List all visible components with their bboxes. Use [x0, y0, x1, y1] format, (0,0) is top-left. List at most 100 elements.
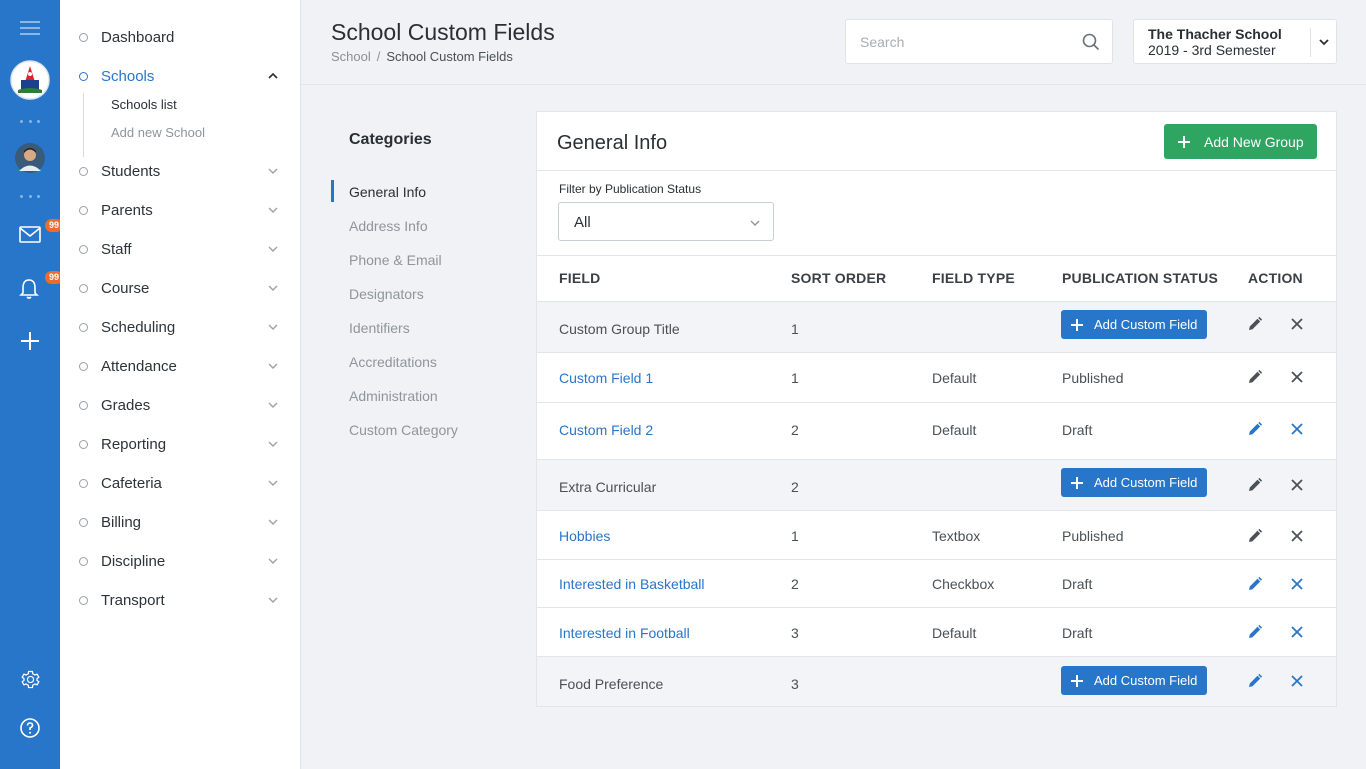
delete-x-icon[interactable] — [1289, 316, 1305, 332]
bullet-icon — [79, 361, 88, 371]
sidebar-item-label: Reporting — [101, 435, 167, 453]
field-name-link[interactable]: Custom Field 2 — [559, 422, 653, 438]
field-name-link[interactable]: Interested in Basketball — [559, 576, 705, 592]
add-new-group-label: Add New Group — [1204, 133, 1304, 150]
sidebar-item-reporting[interactable]: Reporting — [60, 429, 300, 459]
delete-x-icon[interactable] — [1289, 673, 1305, 689]
chevron-down-icon[interactable] — [267, 477, 279, 489]
edit-pencil-icon[interactable] — [1247, 673, 1263, 689]
sidebar-item-staff[interactable]: Staff — [60, 234, 300, 264]
sidebar-item-grades[interactable]: Grades — [60, 390, 300, 420]
sidebar-item-parents[interactable]: Parents — [60, 195, 300, 225]
column-header-action: ACTION — [1248, 270, 1303, 286]
delete-x-icon[interactable] — [1289, 576, 1305, 592]
search-icon[interactable] — [1082, 33, 1100, 51]
delete-x-icon[interactable] — [1289, 528, 1305, 544]
plus-icon[interactable] — [0, 331, 60, 351]
school-logo-icon[interactable] — [0, 60, 60, 100]
field-name: Custom Group Title — [559, 321, 680, 337]
bullet-icon — [79, 32, 88, 42]
edit-pencil-icon[interactable] — [1247, 421, 1263, 437]
bullet-icon — [79, 478, 88, 488]
add-custom-field-button[interactable]: Add Custom Field — [1061, 468, 1207, 497]
chevron-down-icon[interactable] — [267, 594, 279, 606]
gear-icon[interactable] — [0, 668, 60, 690]
edit-pencil-icon[interactable] — [1247, 528, 1263, 544]
plus-icon — [1178, 135, 1190, 148]
edit-pencil-icon[interactable] — [1247, 624, 1263, 640]
category-phone-email[interactable]: Phone & Email — [349, 252, 442, 268]
category-address-info[interactable]: Address Info — [349, 218, 428, 234]
bullet-icon — [79, 517, 88, 527]
chevron-down-icon[interactable] — [267, 438, 279, 450]
delete-x-icon[interactable] — [1289, 421, 1305, 437]
breadcrumb-school[interactable]: School — [331, 49, 371, 64]
sidebar-item-students[interactable]: Students — [60, 156, 300, 186]
category-custom-category[interactable]: Custom Category — [349, 422, 458, 438]
sidebar-item-label: Course — [101, 279, 150, 297]
delete-x-icon[interactable] — [1289, 369, 1305, 385]
column-header-field: FIELD — [559, 270, 601, 286]
bullet-icon — [79, 556, 88, 566]
chevron-up-icon[interactable] — [267, 70, 279, 82]
edit-pencil-icon[interactable] — [1247, 369, 1263, 385]
category-accreditations[interactable]: Accreditations — [349, 354, 437, 370]
add-custom-field-label: Add Custom Field — [1094, 673, 1198, 688]
chevron-down-icon[interactable] — [267, 360, 279, 372]
chevron-down-icon[interactable] — [267, 204, 279, 216]
edit-pencil-icon[interactable] — [1247, 576, 1263, 592]
add-custom-field-button[interactable]: Add Custom Field — [1061, 310, 1207, 339]
sort-order: 1 — [791, 370, 799, 386]
user-avatar[interactable] — [0, 143, 60, 173]
sidebar-item-discipline[interactable]: Discipline — [60, 546, 300, 576]
category-designators[interactable]: Designators — [349, 286, 424, 302]
publication-status-select[interactable]: All — [558, 202, 774, 241]
chevron-down-icon — [750, 220, 760, 226]
sidebar-item-schools[interactable]: Schools — [60, 61, 300, 91]
sidebar-item-attendance[interactable]: Attendance — [60, 351, 300, 381]
chevron-down-icon[interactable] — [267, 555, 279, 567]
publication-status: Draft — [1062, 576, 1093, 592]
chevron-down-icon[interactable] — [267, 399, 279, 411]
chevron-down-icon[interactable] — [1318, 36, 1330, 48]
edit-pencil-icon[interactable] — [1247, 316, 1263, 332]
search-input[interactable] — [846, 20, 1076, 63]
field-name-link[interactable]: Hobbies — [559, 528, 610, 544]
sidebar-item-label: Schools — [101, 67, 155, 85]
delete-x-icon[interactable] — [1289, 477, 1305, 493]
sidebar-item-label: Billing — [101, 513, 142, 531]
chevron-down-icon[interactable] — [267, 282, 279, 294]
category-identifiers[interactable]: Identifiers — [349, 320, 410, 336]
sidebar-item-billing[interactable]: Billing — [60, 507, 300, 537]
bullet-icon — [79, 283, 88, 293]
chevron-down-icon[interactable] — [267, 243, 279, 255]
field-name-link[interactable]: Interested in Football — [559, 625, 690, 641]
sidebar-item-transport[interactable]: Transport — [60, 585, 300, 615]
chevron-down-icon[interactable] — [267, 165, 279, 177]
sidebar-item-scheduling[interactable]: Scheduling — [60, 312, 300, 342]
sidebar-item-cafeteria[interactable]: Cafeteria — [60, 468, 300, 498]
delete-x-icon[interactable] — [1289, 624, 1305, 640]
hamburger-menu-icon[interactable] — [0, 16, 60, 40]
category-general-info[interactable]: General Info — [349, 184, 426, 200]
help-icon[interactable] — [0, 717, 60, 739]
sort-order: 2 — [791, 479, 799, 495]
chevron-down-icon[interactable] — [267, 516, 279, 528]
add-custom-field-button[interactable]: Add Custom Field — [1061, 666, 1207, 695]
field-name: Extra Curricular — [559, 479, 657, 495]
sidebar-item-course[interactable]: Course — [60, 273, 300, 303]
sidebar-item-label: Scheduling — [101, 318, 176, 336]
school-selector[interactable]: The Thacher School 2019 - 3rd Semester — [1133, 19, 1337, 64]
add-new-group-button[interactable]: Add New Group — [1164, 124, 1317, 159]
sidebar-subitem-schools-list[interactable]: Schools list — [111, 97, 177, 112]
sidebar-subitem-add-new-school[interactable]: Add new School — [111, 125, 205, 140]
category-administration[interactable]: Administration — [349, 388, 438, 404]
bell-icon[interactable]: 99 — [0, 271, 64, 300]
field-name-link[interactable]: Custom Field 1 — [559, 370, 653, 386]
sidebar-item-dashboard[interactable]: Dashboard — [60, 22, 300, 52]
edit-pencil-icon[interactable] — [1247, 477, 1263, 493]
sort-order: 2 — [791, 422, 799, 438]
table-row-group: Custom Group Title 1 Add Custom Field — [537, 301, 1336, 352]
chevron-down-icon[interactable] — [267, 321, 279, 333]
mail-icon[interactable]: 99 — [0, 219, 64, 246]
